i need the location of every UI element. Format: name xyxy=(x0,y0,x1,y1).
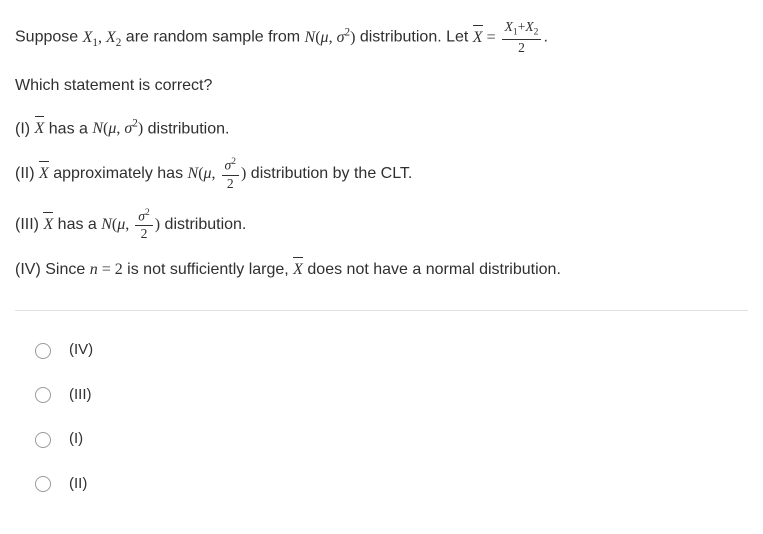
question-intro: Suppose X1, X2 are random sample from N(… xyxy=(15,20,748,56)
option-label: (III) xyxy=(69,384,92,407)
option-ii[interactable]: (II) xyxy=(15,465,748,504)
option-label: (II) xyxy=(69,473,87,496)
divider xyxy=(15,310,748,311)
statement-1: (I) X has a N(μ, σ2) distribution. xyxy=(15,116,748,141)
option-label: (I) xyxy=(69,428,83,451)
option-iv[interactable]: (IV) xyxy=(15,331,748,370)
radio-icon xyxy=(35,343,51,359)
radio-icon xyxy=(35,432,51,448)
option-label: (IV) xyxy=(69,339,93,362)
statement-3: (III) X has a N(μ, σ22) distribution. xyxy=(15,208,748,242)
question-asking: Which statement is correct? xyxy=(15,74,748,98)
option-i[interactable]: (I) xyxy=(15,420,748,459)
radio-icon xyxy=(35,387,51,403)
statement-4: (IV) Since n = 2 is not sufficiently lar… xyxy=(15,258,748,282)
radio-icon xyxy=(35,476,51,492)
statement-2: (II) X approximately has N(μ, σ22) distr… xyxy=(15,157,748,191)
option-iii[interactable]: (III) xyxy=(15,376,748,415)
